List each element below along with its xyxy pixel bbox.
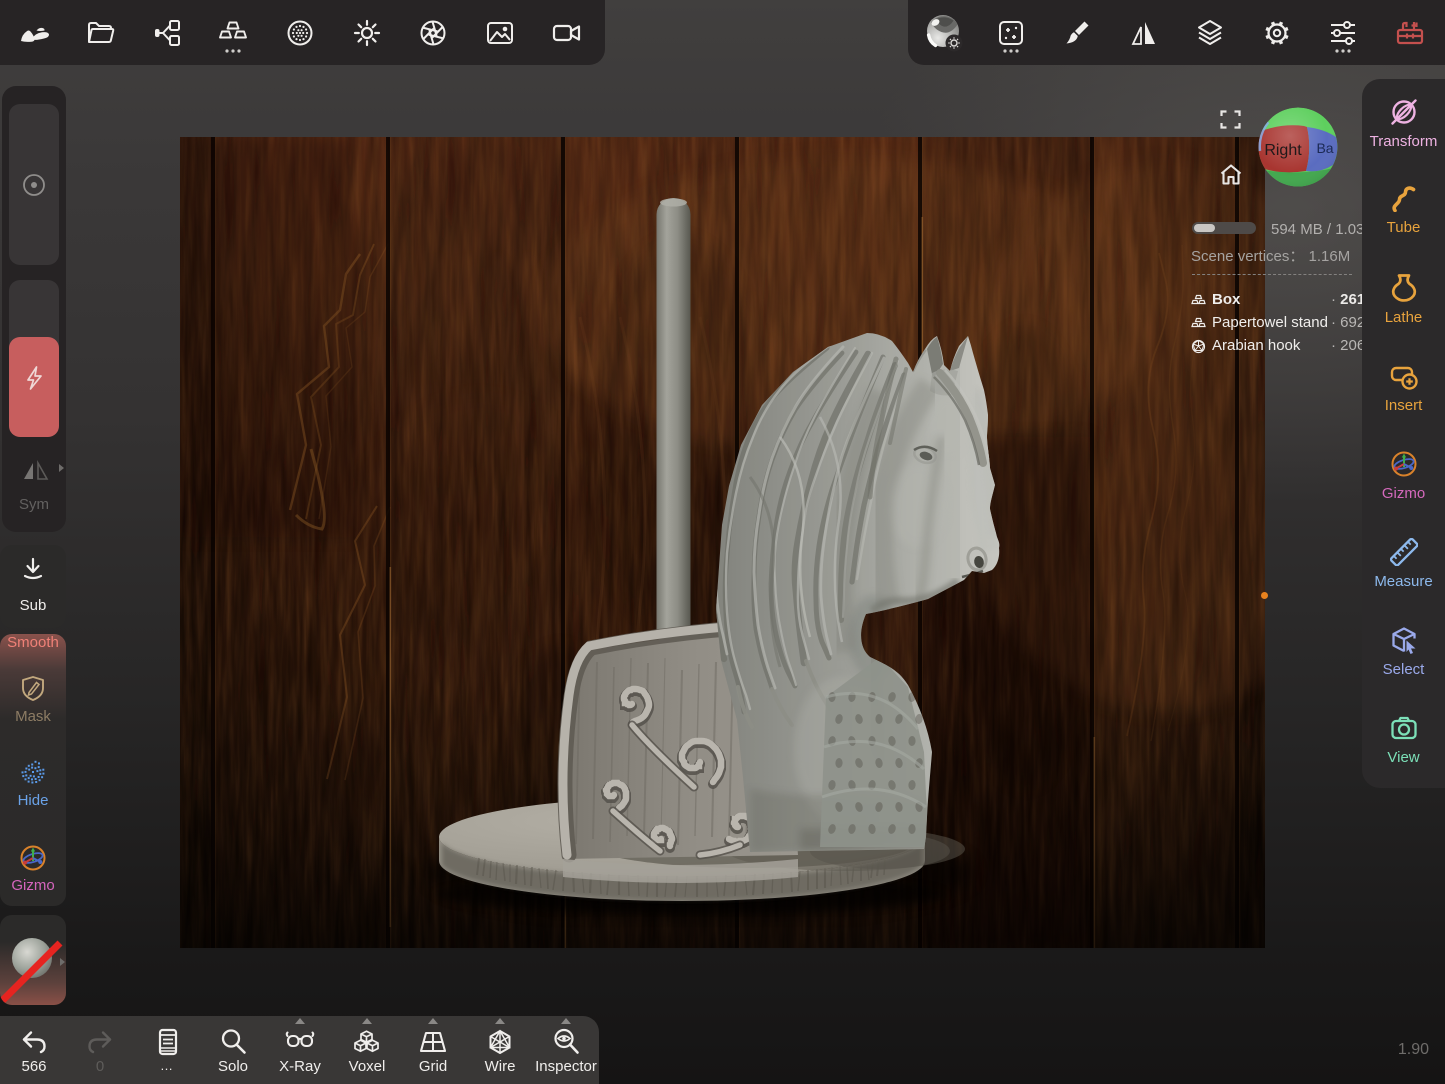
svg-text:Right: Right <box>1264 142 1302 159</box>
svg-text:Ba: Ba <box>1316 140 1333 156</box>
